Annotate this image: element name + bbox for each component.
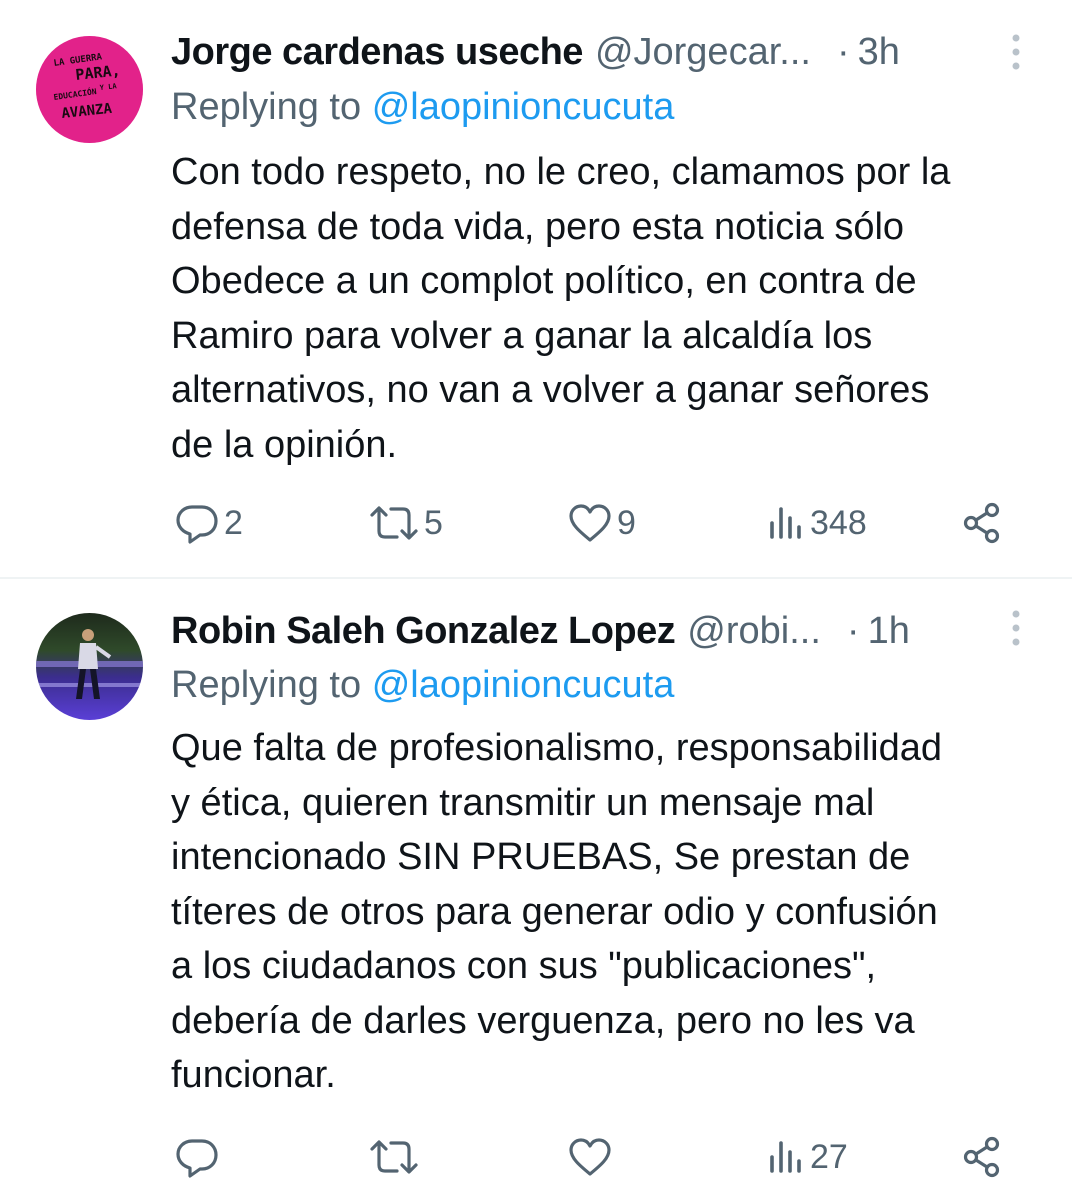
tweet-text: Con todo respeto, no le creo, clamamos p…	[171, 151, 951, 466]
heart-icon	[567, 501, 613, 545]
author-name[interactable]: Robin Saleh Gonzalez Lopez	[171, 610, 676, 653]
reply-icon	[174, 501, 220, 545]
retweet-count: 5	[424, 503, 443, 542]
author-handle[interactable]: @Jorgecar...	[595, 31, 811, 74]
views-icon	[766, 501, 806, 545]
avatar[interactable]	[36, 613, 143, 720]
retweet-icon	[368, 501, 420, 545]
views-button[interactable]: 27	[766, 1132, 848, 1182]
tweet-header: Robin Saleh Gonzalez Lopez @robi... · 1h	[171, 606, 1032, 656]
replying-to-link[interactable]: @laopinioncucuta	[372, 86, 675, 128]
retweet-icon	[368, 1135, 420, 1179]
reply-count: 2	[224, 503, 243, 542]
retweet-button[interactable]	[368, 1132, 424, 1182]
divider	[0, 577, 1072, 579]
more-vertical-icon[interactable]	[1004, 32, 1028, 72]
share-icon	[960, 501, 1004, 545]
views-icon	[766, 1135, 806, 1179]
reply-icon	[174, 1135, 220, 1179]
share-icon	[960, 1135, 1004, 1179]
separator-dot: ·	[846, 609, 860, 652]
share-button[interactable]	[960, 1132, 1004, 1182]
avatar[interactable]: LA GUERRA PARA, Y LA EDUCACIÓN AVANZA	[36, 36, 143, 143]
tweet-actions: 27	[0, 1132, 1072, 1182]
like-count: 9	[617, 503, 636, 542]
tweet[interactable]: Robin Saleh Gonzalez Lopez @robi... · 1h…	[0, 580, 1072, 1200]
replying-label: Replying to	[171, 664, 362, 706]
timestamp[interactable]: 1h	[868, 610, 910, 653]
reply-button[interactable]	[174, 1132, 224, 1182]
share-button[interactable]	[960, 498, 1004, 548]
retweet-button[interactable]: 5	[368, 498, 443, 548]
heart-icon	[567, 1135, 613, 1179]
replying-label: Replying to	[171, 86, 362, 128]
views-button[interactable]: 348	[766, 498, 867, 548]
like-button[interactable]: 9	[567, 498, 636, 548]
tweet-text: Que falta de profesionalismo, responsabi…	[171, 727, 943, 1096]
like-button[interactable]	[567, 1132, 617, 1182]
author-handle[interactable]: @robi...	[687, 610, 821, 653]
views-count: 348	[810, 503, 867, 542]
tweet-header: Jorge cardenas useche @Jorgecar... · 3h	[171, 27, 1032, 77]
author-name[interactable]: Jorge cardenas useche	[171, 31, 583, 74]
replying-to: Replying to @laopinioncucuta	[171, 664, 674, 707]
replying-to-link[interactable]: @laopinioncucuta	[372, 664, 675, 706]
tweet[interactable]: LA GUERRA PARA, Y LA EDUCACIÓN AVANZA Jo…	[0, 0, 1072, 578]
timestamp[interactable]: 3h	[858, 31, 900, 74]
reply-button[interactable]: 2	[174, 498, 243, 548]
tweet-actions: 2 5 9 348	[0, 498, 1072, 548]
views-count: 27	[810, 1137, 848, 1176]
separator-dot: ·	[836, 30, 850, 73]
replying-to: Replying to @laopinioncucuta	[171, 86, 674, 129]
more-vertical-icon[interactable]	[1004, 608, 1028, 648]
